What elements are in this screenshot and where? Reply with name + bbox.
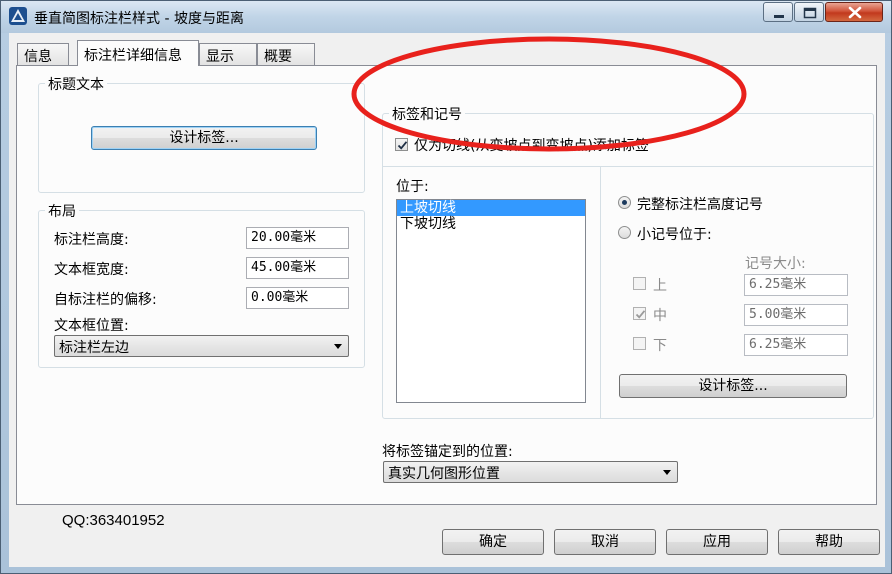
title-text-group: 标题文本 设计标签...: [38, 74, 365, 193]
tick-size-label: 记号大小:: [745, 256, 806, 272]
cancel-button[interactable]: 取消: [554, 529, 656, 555]
tick-top-checkbox[interactable]: [633, 277, 646, 290]
tangent-list[interactable]: 上坡切线 下坡切线: [396, 199, 586, 403]
chevron-down-icon: [334, 344, 342, 349]
tick-top-label: 上: [653, 278, 667, 294]
band-height-input[interactable]: 20.00毫米: [246, 227, 349, 249]
full-tick-radio[interactable]: [618, 196, 631, 209]
labels-ticks-group-title: 标签和记号: [389, 104, 465, 124]
only-tangent-checkbox[interactable]: [395, 138, 408, 151]
full-tick-label: 完整标注栏高度记号: [637, 197, 763, 213]
ok-button[interactable]: 确定: [442, 529, 544, 555]
labels-ticks-group: 标签和记号 仅为切线(从变坡点到变坡点)添加标签 位于: 上坡切线 下坡切线 完…: [382, 104, 874, 419]
layout-group: 布局 标注栏高度: 20.00毫米 文本框宽度: 45.00毫米 自标注栏的偏移…: [38, 201, 365, 368]
tick-middle-size-input[interactable]: 5.00毫米: [744, 304, 848, 326]
tick-bottom-checkbox[interactable]: [633, 337, 646, 350]
tick-top-size-input[interactable]: 6.25毫米: [744, 274, 848, 296]
tick-middle-label: 中: [653, 308, 667, 324]
checkmark-icon: [635, 310, 646, 319]
radio-selected-dot: [622, 200, 627, 205]
band-height-label: 标注栏高度:: [54, 232, 129, 248]
anchor-label: 将标签锚定到的位置:: [382, 444, 513, 460]
anchor-position-select[interactable]: 真实几何图形位置: [383, 461, 678, 483]
band-offset-label: 自标注栏的偏移:: [54, 292, 157, 308]
list-item[interactable]: 下坡切线: [397, 216, 585, 232]
text-box-width-input[interactable]: 45.00毫米: [246, 257, 349, 279]
window-title: 垂直简图标注栏样式 - 坡度与距离: [34, 11, 244, 27]
title-bar[interactable]: 垂直简图标注栏样式 - 坡度与距离: [1, 1, 891, 33]
band-offset-input[interactable]: 0.00毫米: [246, 287, 349, 309]
tab-band-details[interactable]: 标注栏详细信息: [77, 40, 199, 66]
list-item[interactable]: 上坡切线: [397, 200, 585, 216]
minimize-button[interactable]: [763, 2, 793, 22]
civil3d-app-icon: [9, 7, 27, 25]
design-tick-label-button[interactable]: 设计标签...: [619, 374, 847, 398]
tick-middle-checkbox[interactable]: [633, 307, 646, 320]
qq-contact-text: QQ:363401952: [62, 512, 165, 529]
small-tick-label: 小记号位于:: [637, 227, 712, 243]
maximize-button[interactable]: [794, 2, 824, 22]
title-text-group-title: 标题文本: [45, 74, 107, 94]
tab-display[interactable]: 显示: [199, 43, 257, 65]
text-box-width-label: 文本框宽度:: [54, 262, 129, 278]
checkmark-icon: [397, 141, 408, 150]
only-tangent-label: 仅为切线(从变坡点到变坡点)添加标签: [414, 138, 649, 154]
dialog-client-area: 信息 标注栏详细信息 显示 概要 标题文本 设计标签... 布局 标注栏高度: …: [9, 33, 885, 567]
tab-panel: 标题文本 设计标签... 布局 标注栏高度: 20.00毫米 文本框宽度: 45…: [16, 65, 877, 529]
close-button[interactable]: [825, 2, 883, 22]
tab-summary[interactable]: 概要: [257, 43, 315, 65]
separator-vertical: [600, 166, 601, 418]
small-tick-radio[interactable]: [618, 226, 631, 239]
text-box-position-label: 文本框位置:: [54, 318, 129, 334]
dialog-window: 垂直简图标注栏样式 - 坡度与距离 信息 标注栏详细信息 显示 概要 标题文本 …: [0, 0, 892, 574]
separator-line: [383, 166, 873, 167]
located-label: 位于:: [396, 179, 429, 195]
tab-info[interactable]: 信息: [17, 43, 69, 65]
close-icon: [848, 6, 862, 19]
text-box-position-select[interactable]: 标注栏左边: [54, 335, 349, 357]
tick-bottom-size-input[interactable]: 6.25毫米: [744, 334, 848, 356]
minimize-icon: [774, 15, 784, 18]
tick-bottom-label: 下: [653, 338, 667, 354]
design-title-label-button[interactable]: 设计标签...: [91, 126, 317, 150]
layout-group-title: 布局: [45, 201, 79, 221]
maximize-icon: [803, 7, 817, 19]
chevron-down-icon: [663, 470, 671, 475]
apply-button[interactable]: 应用: [666, 529, 768, 555]
anchor-position-value: 真实几何图形位置: [388, 466, 500, 482]
text-box-position-value: 标注栏左边: [59, 340, 129, 356]
help-button[interactable]: 帮助: [778, 529, 880, 555]
